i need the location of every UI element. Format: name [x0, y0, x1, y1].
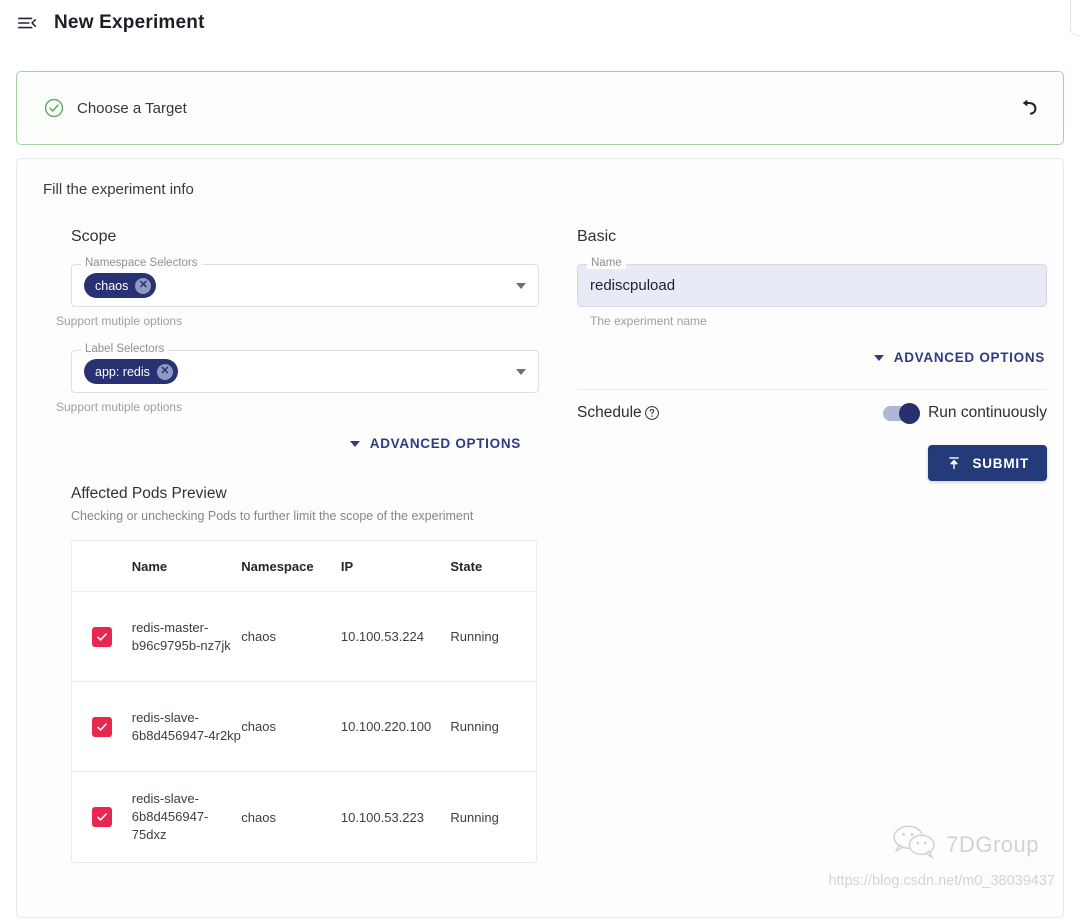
choose-target-step-panel[interactable]: Choose a Target — [16, 71, 1064, 145]
basic-column: Basic rediscpuload Name The experiment n… — [577, 228, 1047, 863]
basic-advanced-row: ADVANCED OPTIONS — [577, 346, 1047, 369]
row-checkbox-cell[interactable] — [72, 626, 132, 647]
form-heading: Fill the experiment info — [43, 181, 194, 198]
chip-namespace: chaos ✕ — [84, 273, 157, 298]
chip-delete-icon[interactable]: ✕ — [135, 277, 152, 294]
section-divider — [577, 389, 1047, 390]
table-row[interactable]: redis-master-b96c9795b-nz7jk chaos 10.10… — [72, 592, 536, 682]
toggle-thumb — [899, 402, 921, 424]
pod-checkbox[interactable] — [91, 626, 112, 647]
chip-label-selector: app: redis ✕ — [84, 359, 178, 384]
pod-state: Running — [450, 719, 499, 734]
chevron-down-icon — [873, 354, 884, 361]
table-row[interactable]: redis-slave-6b8d456947-4r2kp chaos 10.10… — [72, 682, 536, 772]
pod-state: Running — [450, 809, 499, 825]
namespace-selectors-helper: Support mutiple options — [56, 314, 183, 328]
undo-arrow-icon[interactable] — [1015, 95, 1041, 121]
schedule-label-group: Schedule — [577, 404, 660, 422]
namespace-selectors-field[interactable]: chaos ✕ Namespace Selectors — [71, 257, 539, 307]
experiment-name-control[interactable]: rediscpuload — [577, 264, 1047, 307]
label-selectors-control[interactable]: app: redis ✕ — [71, 350, 539, 393]
step-left-group: Choose a Target — [43, 97, 187, 119]
pod-checkbox[interactable] — [91, 716, 112, 737]
chevron-down-icon — [349, 440, 360, 447]
chevron-down-icon[interactable] — [516, 282, 526, 289]
basic-advanced-options-button[interactable]: ADVANCED OPTIONS — [872, 346, 1047, 369]
chip-delete-icon[interactable]: ✕ — [156, 363, 173, 380]
label-selectors-helper: Support mutiple options — [56, 400, 183, 414]
table-row[interactable]: redis-slave-6b8d456947-75dxz chaos 10.10… — [72, 772, 536, 862]
publish-icon — [946, 455, 962, 471]
pods-preview-subtitle: Checking or unchecking Pods to further l… — [71, 509, 474, 523]
namespace-selectors-legend: Namespace Selectors — [81, 257, 202, 269]
pod-ip: 10.100.220.100 — [340, 719, 432, 734]
pod-ip: 10.100.53.224 — [340, 629, 424, 644]
offscreen-panel-edge — [1070, 0, 1080, 36]
column-header-ip: IP — [340, 558, 354, 574]
submit-button[interactable]: SUBMIT — [928, 445, 1047, 481]
experiment-name-field[interactable]: rediscpuload Name — [577, 257, 1047, 307]
column-header-namespace: Namespace — [241, 558, 314, 574]
run-continuously-label: Run continuously — [928, 404, 1047, 421]
chevron-down-icon[interactable] — [516, 368, 526, 375]
column-header-state: State — [450, 558, 483, 574]
run-continuously-toggle-group[interactable]: Run continuously — [883, 402, 1047, 424]
schedule-row: Schedule Run continuously — [577, 402, 1047, 424]
watermark-url: https://blog.csdn.net/m0_38039437 — [828, 873, 1055, 889]
experiment-form-card: Fill the experiment info Scope chaos ✕ N… — [16, 158, 1064, 918]
step-label: Choose a Target — [77, 99, 187, 117]
experiment-name-legend: Name — [587, 257, 626, 269]
chip-label: app: redis — [95, 364, 150, 379]
basic-advanced-options-label: ADVANCED OPTIONS — [893, 350, 1045, 365]
pod-checkbox[interactable] — [91, 807, 112, 827]
menu-collapse-icon[interactable] — [14, 10, 40, 36]
form-columns: Scope chaos ✕ Namespace Selectors Suppor… — [17, 198, 1063, 863]
experiment-name-value[interactable]: rediscpuload — [590, 277, 675, 294]
question-circle-icon[interactable] — [644, 405, 660, 421]
pods-preview-title: Affected Pods Preview — [71, 485, 227, 502]
pod-state: Running — [450, 629, 499, 644]
label-selectors-legend: Label Selectors — [81, 343, 169, 355]
check-circle-icon — [43, 97, 65, 119]
label-selectors-field[interactable]: app: redis ✕ Label Selectors — [71, 343, 539, 393]
run-continuously-toggle[interactable] — [883, 402, 921, 424]
pod-namespace: chaos — [241, 629, 276, 644]
pod-name: redis-slave-6b8d456947-4r2kp — [131, 709, 241, 743]
experiment-name-helper: The experiment name — [590, 314, 707, 328]
basic-section-title: Basic — [577, 228, 617, 245]
chip-label: chaos — [95, 278, 129, 293]
pod-namespace: chaos — [241, 809, 276, 825]
pod-namespace: chaos — [241, 719, 276, 734]
submit-row: SUBMIT — [577, 445, 1047, 481]
page-title: New Experiment — [54, 12, 205, 33]
scope-advanced-options-button[interactable]: ADVANCED OPTIONS — [348, 432, 523, 455]
namespace-selectors-control[interactable]: chaos ✕ — [71, 264, 539, 307]
submit-button-label: SUBMIT — [972, 455, 1029, 471]
pod-name: redis-master-b96c9795b-nz7jk — [131, 619, 231, 653]
app-header: New Experiment — [0, 0, 1080, 46]
schedule-label: Schedule — [577, 404, 642, 421]
scope-section-title: Scope — [71, 228, 117, 245]
pod-name: redis-slave-6b8d456947-75dxz — [131, 791, 209, 842]
column-header-name: Name — [131, 558, 168, 574]
scope-column: Scope chaos ✕ Namespace Selectors Suppor… — [43, 228, 541, 863]
affected-pods-preview: Affected Pods Preview Checking or unchec… — [71, 485, 541, 863]
pod-ip: 10.100.53.223 — [340, 809, 424, 825]
pods-table-header: Name Namespace IP State — [72, 541, 536, 592]
pods-table: Name Namespace IP State redis-master-b96… — [71, 540, 537, 863]
scope-advanced-options-label: ADVANCED OPTIONS — [369, 436, 521, 451]
row-checkbox-cell[interactable] — [72, 807, 132, 827]
row-checkbox-cell[interactable] — [72, 716, 132, 737]
scope-advanced-row: ADVANCED OPTIONS — [43, 432, 541, 455]
